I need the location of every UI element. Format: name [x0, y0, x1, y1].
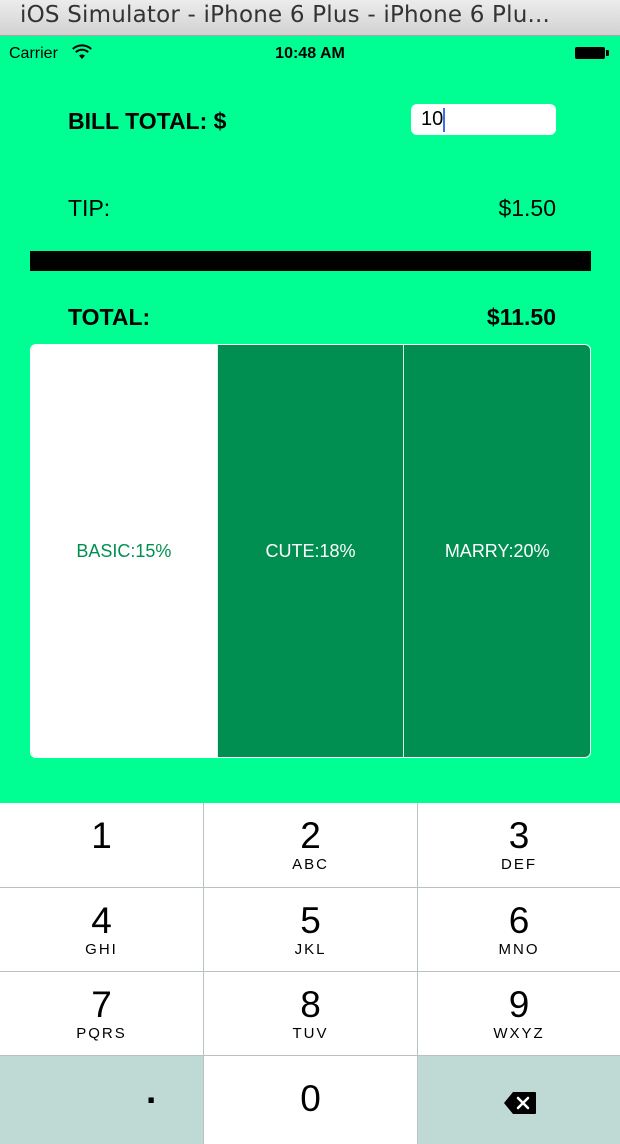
key-9[interactable]: 9 WXYZ [418, 972, 620, 1056]
key-digit: 0 [300, 1078, 321, 1119]
total-label: TOTAL: [68, 304, 151, 330]
key-digit: 8 [300, 984, 321, 1025]
tip-label: TIP: [68, 195, 111, 221]
key-8[interactable]: 8 TUV [204, 972, 418, 1056]
key-digit: 3 [508, 815, 530, 856]
tip-value: $1.50 [498, 195, 556, 221]
key-digit: 6 [508, 900, 530, 941]
key-2[interactable]: 2 ABC [204, 803, 418, 888]
key-letters: JKL [294, 941, 327, 958]
key-digit: 7 [91, 984, 112, 1025]
numeric-keypad: 1 2 ABC 3 DEF 4 GHI 5 JKL 6 MNO 7 PQRS 8… [0, 803, 620, 1144]
text-caret [443, 108, 445, 132]
key-decimal[interactable]: . [0, 1056, 204, 1144]
key-letters: GHI [85, 941, 118, 958]
tip-percentage-selector: BASIC:15% CUTE:18% MARRY:20% [30, 344, 591, 758]
window-titlebar: iOS Simulator - iPhone 6 Plus - iPhone 6… [0, 0, 620, 36]
key-digit: 4 [91, 900, 112, 941]
key-5[interactable]: 5 JKL [204, 888, 418, 972]
delete-backspace-icon [503, 1091, 537, 1120]
battery-icon [575, 47, 609, 59]
window-title: iOS Simulator - iPhone 6 Plus - iPhone 6… [20, 2, 551, 28]
total-value: $11.50 [486, 304, 556, 330]
key-0[interactable]: 0 [204, 1056, 418, 1144]
divider-bar [30, 251, 591, 271]
key-delete[interactable] [418, 1056, 620, 1144]
key-3[interactable]: 3 DEF [418, 803, 620, 888]
status-time: 10:48 AM [275, 45, 345, 62]
status-bar: Carrier 10:48 AM [0, 36, 620, 70]
key-letters: MNO [498, 941, 540, 958]
key-1[interactable]: 1 [0, 803, 204, 888]
key-digit: . [146, 1070, 157, 1111]
key-6[interactable]: 6 MNO [418, 888, 620, 972]
key-4[interactable]: 4 GHI [0, 888, 204, 972]
tip-option-marry[interactable]: MARRY:20% [403, 345, 590, 757]
tip-option-cute[interactable]: CUTE:18% [216, 345, 404, 757]
bill-total-label: BILL TOTAL: $ [68, 108, 227, 134]
bill-total-input[interactable] [411, 104, 556, 135]
key-digit: 9 [508, 984, 530, 1025]
key-letters: PQRS [76, 1025, 127, 1042]
key-digit: 5 [300, 900, 321, 941]
tip-option-basic[interactable]: BASIC:15% [31, 345, 217, 757]
key-digit: 2 [300, 815, 321, 856]
key-letters: WXYZ [493, 1025, 545, 1042]
key-letters: TUV [292, 1025, 329, 1042]
key-digit: 1 [91, 815, 112, 856]
key-letters: DEF [501, 856, 537, 873]
key-letters: ABC [292, 856, 329, 873]
key-7[interactable]: 7 PQRS [0, 972, 204, 1056]
